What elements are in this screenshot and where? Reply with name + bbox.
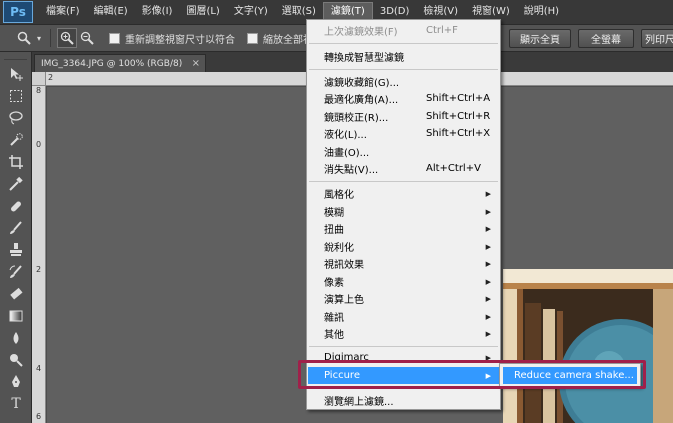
ruler-number: 6 (36, 412, 42, 421)
menu-layer[interactable]: 圖層(L) (179, 0, 226, 24)
marquee-tool-icon[interactable] (0, 85, 32, 107)
lasso-tool-icon[interactable] (0, 107, 32, 129)
blur-tool-icon[interactable] (0, 327, 32, 349)
ruler-origin[interactable] (32, 72, 46, 86)
menu-item-blur[interactable]: 模糊 ▶ (308, 203, 499, 220)
zoom-all-checkbox[interactable] (247, 32, 258, 44)
divider (50, 29, 51, 47)
eyedropper-tool-icon[interactable] (0, 173, 32, 195)
ruler-number: 2 (36, 265, 42, 274)
quick-selection-tool-icon[interactable] (0, 129, 32, 151)
menu-file[interactable]: 檔案(F) (39, 0, 87, 24)
submenu-arrow-icon: ▶ (485, 189, 491, 198)
submenu-arrow-icon: ▶ (485, 277, 491, 286)
photoshop-logo: Ps (3, 1, 33, 23)
ruler-number: 8 (36, 86, 42, 95)
panel-grip[interactable] (4, 52, 27, 60)
zoom-tool-preset-icon[interactable] (14, 28, 34, 48)
ruler-number: 2 (48, 73, 54, 82)
type-tool-icon[interactable]: T (0, 393, 32, 415)
document-tab-title: IMG_3364.JPG @ 100% (RGB/8) (41, 58, 183, 69)
submenu-arrow-icon: ▶ (485, 242, 491, 251)
divider (309, 346, 498, 347)
ruler-number: 4 (36, 364, 42, 373)
menu-item-vanishing-point[interactable]: 消失點(V)... Alt+Ctrl+V (308, 160, 499, 177)
chevron-down-icon[interactable]: ▾ (34, 28, 44, 48)
menu-item-adaptive-wide-angle[interactable]: 最適化廣角(A)... Shift+Ctrl+A (308, 90, 499, 107)
resize-windows-checkbox[interactable] (109, 32, 120, 44)
brush-tool-icon[interactable] (0, 217, 32, 239)
menu-item-liquify[interactable]: 液化(L)... Shift+Ctrl+X (308, 125, 499, 142)
print-size-button[interactable]: 列印尺寸 (641, 29, 673, 48)
menu-item-lens-correction[interactable]: 鏡頭校正(R)... Shift+Ctrl+R (308, 108, 499, 125)
eraser-tool-icon[interactable] (0, 283, 32, 305)
filter-menu: 上次濾鏡效果(F) Ctrl+F 轉換成智慧型濾鏡 濾鏡收藏館(G)... 最適… (306, 19, 501, 410)
pen-tool-icon[interactable] (0, 371, 32, 393)
document-image[interactable] (503, 269, 673, 423)
menu-help[interactable]: 說明(H) (517, 0, 566, 24)
resize-windows-label: 重新調整視窗尺寸以符合 (125, 34, 235, 46)
crop-tool-icon[interactable] (0, 151, 32, 173)
menu-type[interactable]: 文字(Y) (227, 0, 275, 24)
vertical-ruler: 8 0 2 4 6 (32, 72, 46, 423)
submenu-arrow-icon: ▶ (485, 329, 491, 338)
menu-item-video[interactable]: 視訊效果 ▶ (308, 255, 499, 272)
submenu-arrow-icon: ▶ (485, 224, 491, 233)
fill-screen-button[interactable]: 全螢幕 (578, 29, 634, 48)
history-brush-tool-icon[interactable] (0, 261, 32, 283)
menu-item-noise[interactable]: 雜訊 ▶ (308, 308, 499, 325)
divider (309, 181, 498, 182)
menu-item-pixelate[interactable]: 像素 ▶ (308, 273, 499, 290)
menu-item-sharpen[interactable]: 銳利化 ▶ (308, 238, 499, 255)
gradient-tool-icon[interactable] (0, 305, 32, 327)
zoom-out-icon[interactable] (77, 28, 97, 48)
ruler-number: 0 (36, 140, 42, 149)
close-icon[interactable]: × (192, 58, 200, 69)
annotation-highlight (298, 360, 646, 389)
submenu-arrow-icon: ▶ (485, 294, 491, 303)
healing-brush-tool-icon[interactable] (0, 195, 32, 217)
move-tool-icon[interactable] (0, 63, 32, 85)
submenu-arrow-icon: ▶ (485, 312, 491, 321)
menu-item-stylize[interactable]: 風格化 ▶ (308, 185, 499, 202)
menu-item-convert-smart-filters[interactable]: 轉換成智慧型濾鏡 (308, 48, 499, 65)
menu-item-browse-online[interactable]: 瀏覽網上濾鏡... (308, 392, 499, 409)
fit-screen-button[interactable]: 顯示全頁 (509, 29, 571, 48)
clone-stamp-tool-icon[interactable] (0, 239, 32, 261)
zoom-in-icon[interactable] (57, 28, 77, 48)
submenu-arrow-icon: ▶ (485, 207, 491, 216)
submenu-arrow-icon: ▶ (485, 259, 491, 268)
dodge-tool-icon[interactable] (0, 349, 32, 371)
menu-item-filter-gallery[interactable]: 濾鏡收藏館(G)... (308, 73, 499, 90)
menu-item-distort[interactable]: 扭曲 ▶ (308, 220, 499, 237)
menu-item-last-filter: 上次濾鏡效果(F) Ctrl+F (324, 25, 458, 38)
tools-panel: T (0, 52, 32, 423)
menu-item-render[interactable]: 演算上色 ▶ (308, 290, 499, 307)
menu-item-other[interactable]: 其他 ▶ (308, 325, 499, 342)
divider (309, 69, 498, 70)
divider (309, 43, 498, 44)
menu-image[interactable]: 影像(I) (135, 0, 180, 24)
menu-item-oil-paint[interactable]: 油畫(O)... (308, 143, 499, 160)
menu-edit[interactable]: 編輯(E) (87, 0, 135, 24)
document-tab[interactable]: IMG_3364.JPG @ 100% (RGB/8) × (34, 54, 206, 72)
